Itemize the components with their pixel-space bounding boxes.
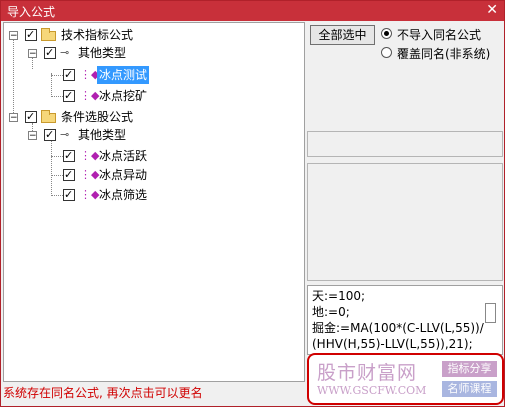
code-line: 天:=100;	[312, 289, 366, 303]
watermark-tag-share: 指标分享	[442, 361, 497, 377]
folder-icon	[41, 28, 56, 41]
watermark-url: WWW.GSCFW.COM	[317, 384, 427, 397]
code-line: (HHV(H,55)-LLV(L,55)),21);	[312, 337, 473, 351]
tree-node-label: 冰点测试	[97, 66, 150, 84]
tree-node-label: 冰点活跃	[99, 149, 148, 163]
formula-gem-icon: ⋮◆	[80, 188, 100, 201]
import-formula-dialog: 导入公式 ✕ − 技术指标公式 − ⊸ 其他类型	[0, 0, 505, 407]
watermark-logo: 股市财富网 WWW.GSCFW.COM 指标分享 名师课程	[307, 353, 504, 405]
checkbox-checked[interactable]	[63, 186, 75, 204]
key-icon: ⊸	[60, 46, 70, 59]
radio-overwrite[interactable]	[381, 47, 392, 58]
window-title: 导入公式	[7, 5, 56, 19]
status-message: 系统存在同名公式, 再次点击可以更名	[3, 386, 203, 400]
watermark-tag-course: 名师课程	[442, 381, 497, 397]
tree-node-label: 冰点筛选	[99, 188, 148, 202]
title-bar: 导入公式 ✕	[1, 1, 504, 21]
description-panel	[307, 163, 503, 281]
key-icon: ⊸	[60, 128, 70, 141]
tree-node-label: 条件选股公式	[61, 110, 134, 124]
code-line: 地:=0;	[312, 305, 350, 319]
folder-icon	[41, 110, 56, 123]
collapse-toggle[interactable]: −	[28, 49, 37, 59]
close-icon[interactable]: ✕	[486, 2, 498, 18]
checkbox-checked[interactable]	[25, 108, 37, 126]
code-line: 掘金:=MA(100*(C-LLV(L,55))/	[312, 321, 484, 335]
tree-connector	[13, 37, 14, 119]
checkbox-checked[interactable]	[63, 166, 75, 184]
select-all-button[interactable]: 全部选中	[310, 25, 375, 45]
info-field	[307, 131, 503, 157]
tree-node-label: 冰点挖矿	[99, 89, 148, 103]
tree-node-label: 技术指标公式	[61, 28, 134, 42]
collapse-toggle[interactable]: −	[28, 131, 37, 141]
formula-code-view[interactable]: 天:=100; 地:=0; 掘金:=MA(100*(C-LLV(L,55))/ …	[307, 285, 503, 355]
formula-gem-icon: ⋮◆	[80, 89, 100, 102]
radio-skip-duplicates[interactable]	[381, 28, 392, 39]
tree-connector	[51, 156, 63, 157]
tree-connector	[51, 75, 63, 76]
tree-node-label: 其他类型	[78, 128, 127, 142]
scrollbar-thumb[interactable]	[485, 303, 496, 323]
tree-connector	[51, 96, 63, 97]
radio-skip-duplicates-label: 不导入同名公式	[397, 28, 482, 42]
formula-gem-icon: ⋮◆	[80, 149, 100, 162]
watermark-title: 股市财富网	[317, 362, 418, 384]
collapse-toggle[interactable]: −	[9, 113, 18, 123]
tree-connector	[51, 73, 52, 97]
checkbox-checked[interactable]	[63, 147, 75, 165]
checkbox-checked[interactable]	[63, 87, 75, 105]
tree-connector	[51, 195, 63, 196]
checkbox-checked[interactable]	[44, 126, 56, 144]
tree-connector	[51, 175, 63, 176]
collapse-toggle[interactable]: −	[9, 31, 18, 41]
tree-connector	[51, 141, 52, 196]
formula-tree[interactable]: − 技术指标公式 − ⊸ 其他类型 ⋮◆ 冰点测试 ⋮◆ 冰点挖矿 −	[3, 22, 305, 382]
formula-gem-icon: ⋮◆	[80, 168, 100, 181]
checkbox-checked[interactable]	[44, 44, 56, 62]
tree-node-label: 冰点异动	[99, 168, 148, 182]
radio-overwrite-label: 覆盖同名(非系统)	[397, 47, 491, 61]
tree-node-label: 其他类型	[78, 46, 127, 60]
checkbox-checked[interactable]	[25, 26, 37, 44]
checkbox-checked[interactable]	[63, 66, 75, 84]
